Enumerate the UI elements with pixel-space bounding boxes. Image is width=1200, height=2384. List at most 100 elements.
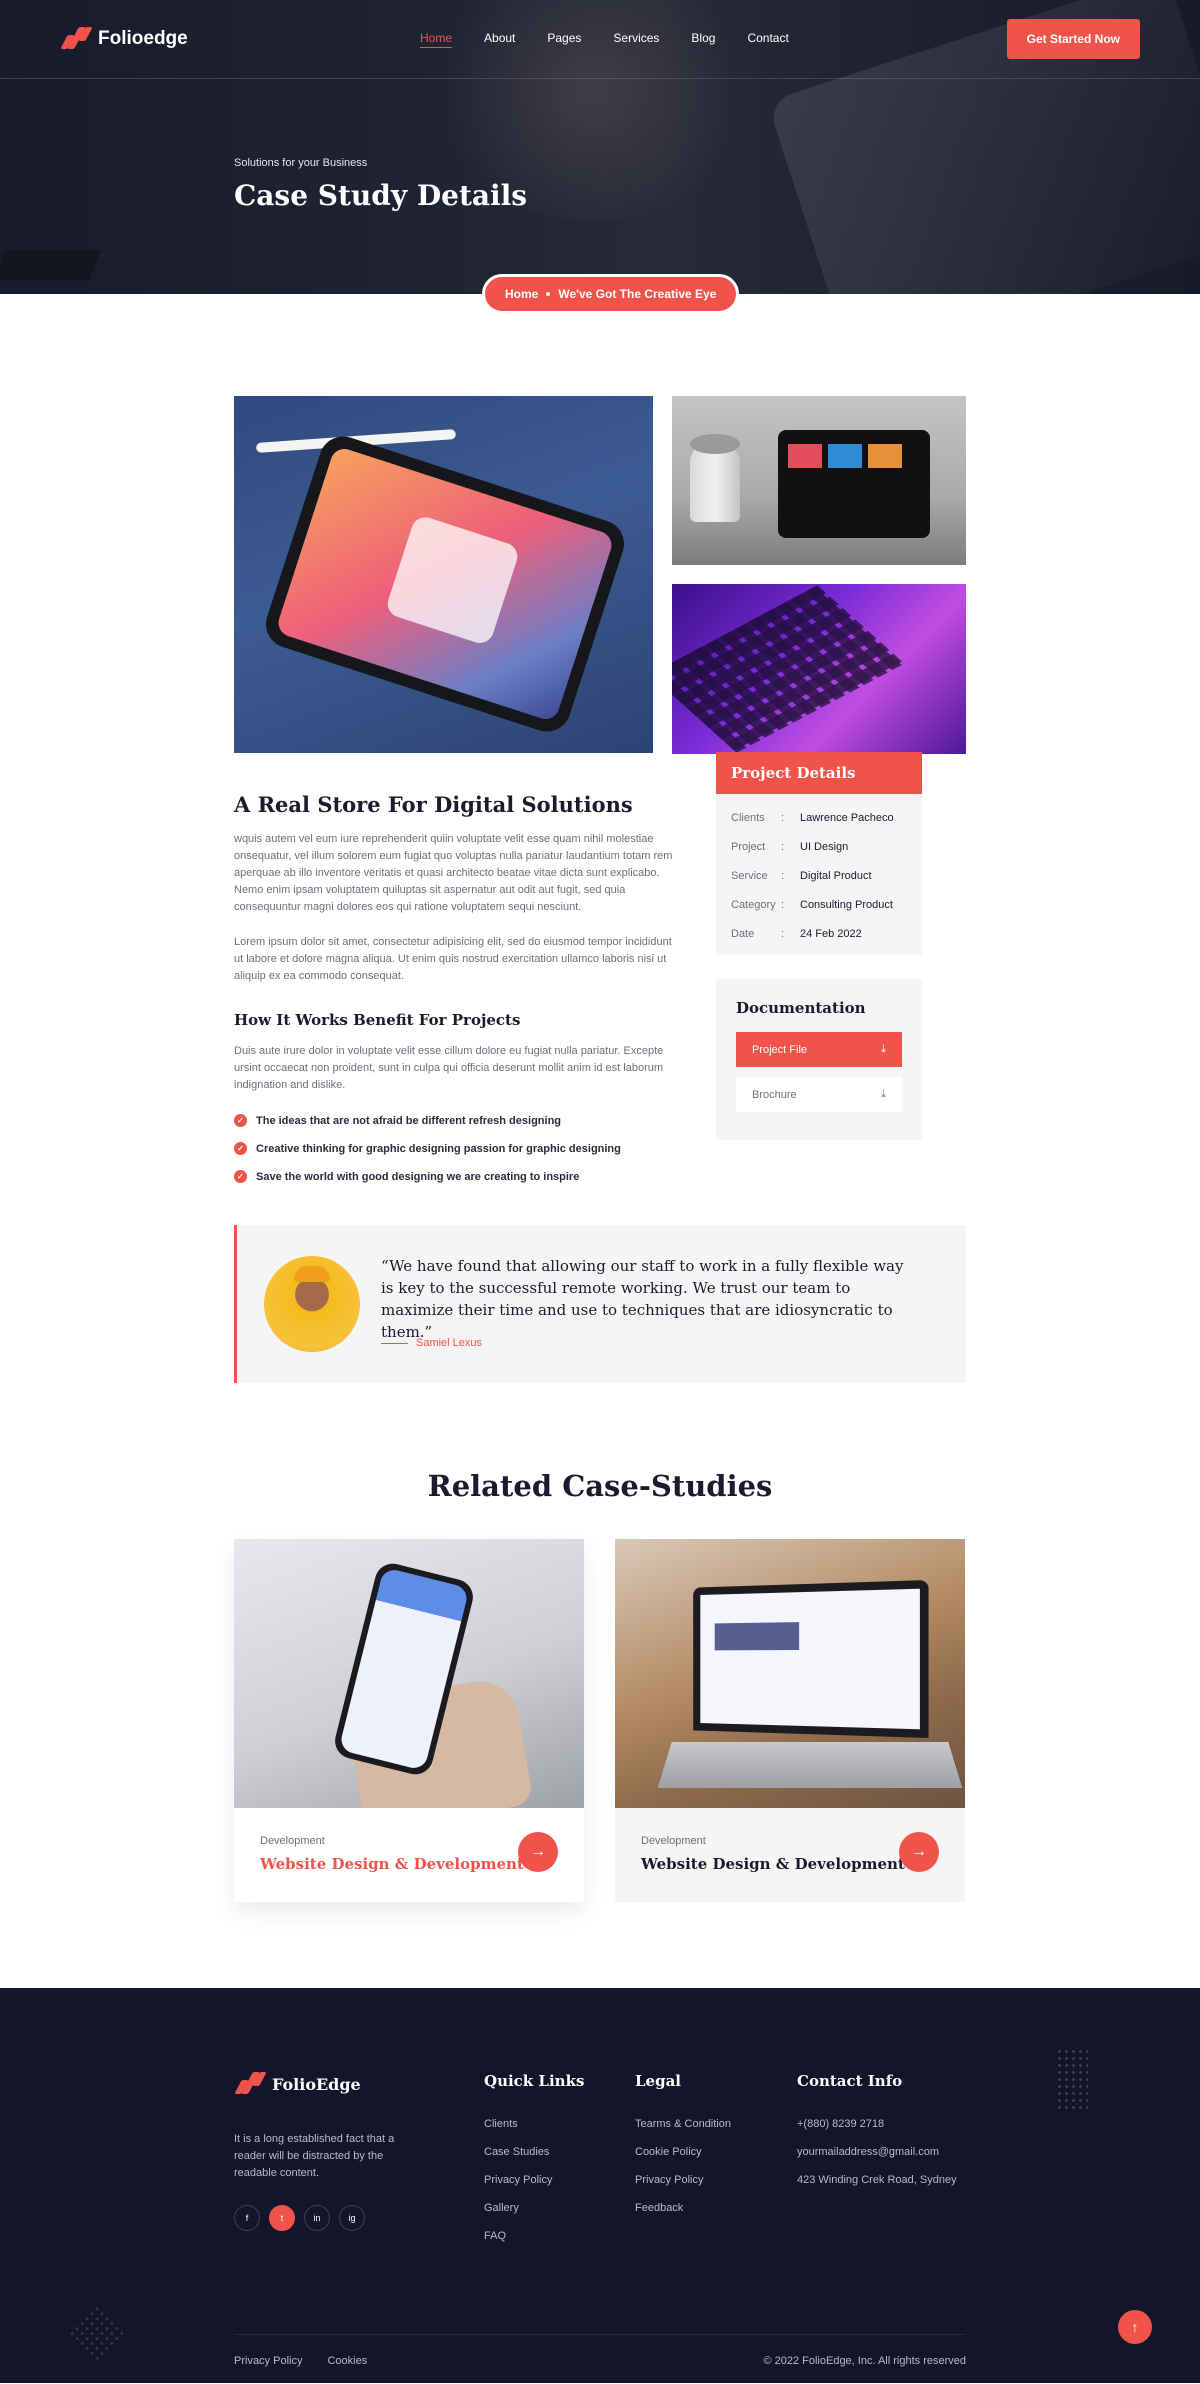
twitter-icon[interactable]: t	[269, 2205, 295, 2231]
contact-email[interactable]: yourmailaddress@gmail.com	[797, 2146, 957, 2158]
get-started-button[interactable]: Get Started Now	[1006, 19, 1140, 59]
gallery-image-laptop	[672, 584, 966, 754]
arrow-right-icon[interactable]: →	[518, 1832, 558, 1872]
gallery-image-tablet	[234, 396, 653, 753]
instagram-icon[interactable]: ig	[339, 2205, 365, 2231]
detail-row-project: Project: UI Design	[731, 841, 849, 853]
footer-link[interactable]: FAQ	[484, 2230, 584, 2242]
related-cards: Development Website Design & Development…	[234, 1539, 966, 1902]
logo-mark-icon	[234, 2072, 267, 2096]
card-title[interactable]: Website Design & Development	[641, 1855, 939, 1873]
benefits-list: ✓ The ideas that are not afraid be differ…	[234, 1114, 674, 1183]
avatar	[264, 1256, 360, 1352]
hero-subtitle: Solutions for your Business	[234, 157, 368, 169]
footer-link[interactable]: Clients	[484, 2118, 584, 2130]
quote-text: “We have found that allowing our staff t…	[381, 1257, 904, 1341]
check-icon: ✓	[234, 1170, 247, 1183]
article-subtitle: How It Works Benefit For Projects	[234, 1011, 521, 1029]
project-sidebar: Project Details Clients: Lawrence Pacheco…	[716, 752, 922, 1140]
decor-dots	[1056, 2048, 1088, 2112]
nav-blog[interactable]: Blog	[691, 31, 715, 48]
hero-heading: Solutions for your Business Case Study D…	[234, 157, 527, 212]
footer-link[interactable]: Privacy Policy	[635, 2174, 731, 2186]
testimonial-quote: “We have found that allowing our staff t…	[234, 1225, 966, 1383]
detail-row-date: Date:24 Feb 2022	[731, 928, 862, 940]
scroll-to-top-button[interactable]: ↑	[1118, 2310, 1152, 2344]
brochure-button[interactable]: Brochure ⤓	[736, 1077, 902, 1112]
nav-home[interactable]: Home	[420, 31, 453, 48]
logo-mark-icon	[60, 27, 93, 51]
copyright: © 2022 FolioEdge, Inc. All rights reserv…	[763, 2355, 966, 2367]
detail-row-service: Service: Digital Product	[731, 870, 872, 882]
top-navigation: Folioedge Home About Pages Services Blog…	[0, 0, 1200, 79]
related-title: Related Case-Studies	[427, 1469, 773, 1503]
card-image-phone	[234, 1539, 584, 1808]
footer-bottom-bar: Privacy Policy Cookies © 2022 FolioEdge,…	[234, 2334, 966, 2367]
detail-row-clients: Clients: Lawrence Pacheco	[731, 812, 894, 824]
facebook-icon[interactable]: f	[234, 2205, 260, 2231]
list-item: ✓ Save the world with good designing we a…	[234, 1170, 674, 1183]
download-icon: ⤓	[881, 1088, 886, 1100]
nav-contact[interactable]: Contact	[747, 31, 788, 48]
related-card[interactable]: Development Website Design & Development…	[615, 1539, 965, 1902]
breadcrumb-separator-icon	[546, 292, 551, 296]
brand-name: Folioedge	[98, 28, 188, 49]
project-gallery	[234, 396, 966, 754]
decor-diamond	[65, 2303, 129, 2367]
article-title: A Real Store For Digital Solutions	[234, 792, 633, 817]
social-links: f t in ig	[234, 2205, 404, 2231]
linkedin-icon[interactable]: in	[304, 2205, 330, 2231]
breadcrumb: Home We've Got The Creative Eye	[482, 274, 740, 314]
site-footer: FolioEdge It is a long established fact …	[0, 1988, 1200, 2383]
brand-logo[interactable]: Folioedge	[60, 27, 420, 51]
check-icon: ✓	[234, 1114, 247, 1127]
page-title: Case Study Details	[234, 179, 528, 212]
project-details-list: Clients: Lawrence Pacheco Project: UI Desi…	[716, 794, 922, 955]
contact-phone[interactable]: +(880) 8239 2718	[797, 2118, 957, 2130]
hero-banner: Folioedge Home About Pages Services Blog…	[0, 0, 1200, 294]
footer-link[interactable]: Tearms & Condition	[635, 2118, 731, 2130]
case-study-content: A Real Store For Digital Solutions wquis…	[234, 752, 966, 1183]
footer-link[interactable]: Feedback	[635, 2202, 731, 2214]
detail-row-category: Category: Consulting Product	[731, 899, 893, 911]
documentation-title: Documentation	[736, 999, 866, 1017]
nav-pages[interactable]: Pages	[547, 31, 581, 48]
download-icon: ⤓	[881, 1043, 886, 1055]
footer-privacy-link[interactable]: Privacy Policy	[234, 2355, 302, 2367]
documentation-box: Documentation Project File ⤓ Brochure ⤓	[716, 979, 922, 1140]
contact-address: 423 Winding Crek Road, Sydney	[797, 2174, 957, 2186]
article-paragraph-2: Lorem ipsum dolor sit amet, consectetur …	[234, 936, 672, 982]
breadcrumb-home[interactable]: Home	[505, 287, 538, 301]
card-category: Development	[260, 1835, 325, 1847]
card-category: Development	[641, 1835, 706, 1847]
footer-contact: Contact Info +(880) 8239 2718 yourmailad…	[797, 2072, 957, 2186]
footer-link[interactable]: Cookie Policy	[635, 2146, 731, 2158]
article-paragraph-1: wquis autem vel eum iure reprehenderit q…	[234, 833, 673, 913]
article-paragraph-3: Duis aute irure dolor in voluptate velit…	[234, 1045, 664, 1091]
footer-about-text: It is a long established fact that a rea…	[234, 2133, 395, 2179]
footer-cookies-link[interactable]: Cookies	[327, 2355, 367, 2367]
footer-quick-links: Quick Links Clients Case Studies Privacy…	[484, 2072, 585, 2242]
card-title[interactable]: Website Design & Development	[260, 1855, 558, 1873]
related-card[interactable]: Development Website Design & Development…	[234, 1539, 584, 1902]
footer-about: FolioEdge It is a long established fact …	[234, 2072, 404, 2231]
gallery-image-speaker	[672, 396, 966, 565]
project-file-button[interactable]: Project File ⤓	[736, 1032, 902, 1067]
project-details-title: Project Details	[716, 752, 922, 794]
footer-link[interactable]: Gallery	[484, 2202, 584, 2214]
card-image-laptop	[615, 1539, 965, 1808]
footer-link[interactable]: Case Studies	[484, 2146, 584, 2158]
breadcrumb-current: We've Got The Creative Eye	[558, 287, 717, 301]
list-item: ✓ The ideas that are not afraid be differ…	[234, 1114, 674, 1127]
footer-legal: Legal Tearms & Condition Cookie Policy P…	[635, 2072, 731, 2214]
nav-services[interactable]: Services	[613, 31, 659, 48]
main-menu: Home About Pages Services Blog Contact	[420, 31, 1007, 48]
footer-logo[interactable]: FolioEdge	[234, 2072, 404, 2096]
quote-author: Samiel Lexus	[381, 1337, 482, 1349]
list-item: ✓ Creative thinking for graphic designing…	[234, 1142, 674, 1155]
nav-about[interactable]: About	[484, 31, 515, 48]
footer-link[interactable]: Privacy Policy	[484, 2174, 584, 2186]
check-icon: ✓	[234, 1142, 247, 1155]
article: A Real Store For Digital Solutions wquis…	[234, 792, 674, 1183]
arrow-right-icon[interactable]: →	[899, 1832, 939, 1872]
